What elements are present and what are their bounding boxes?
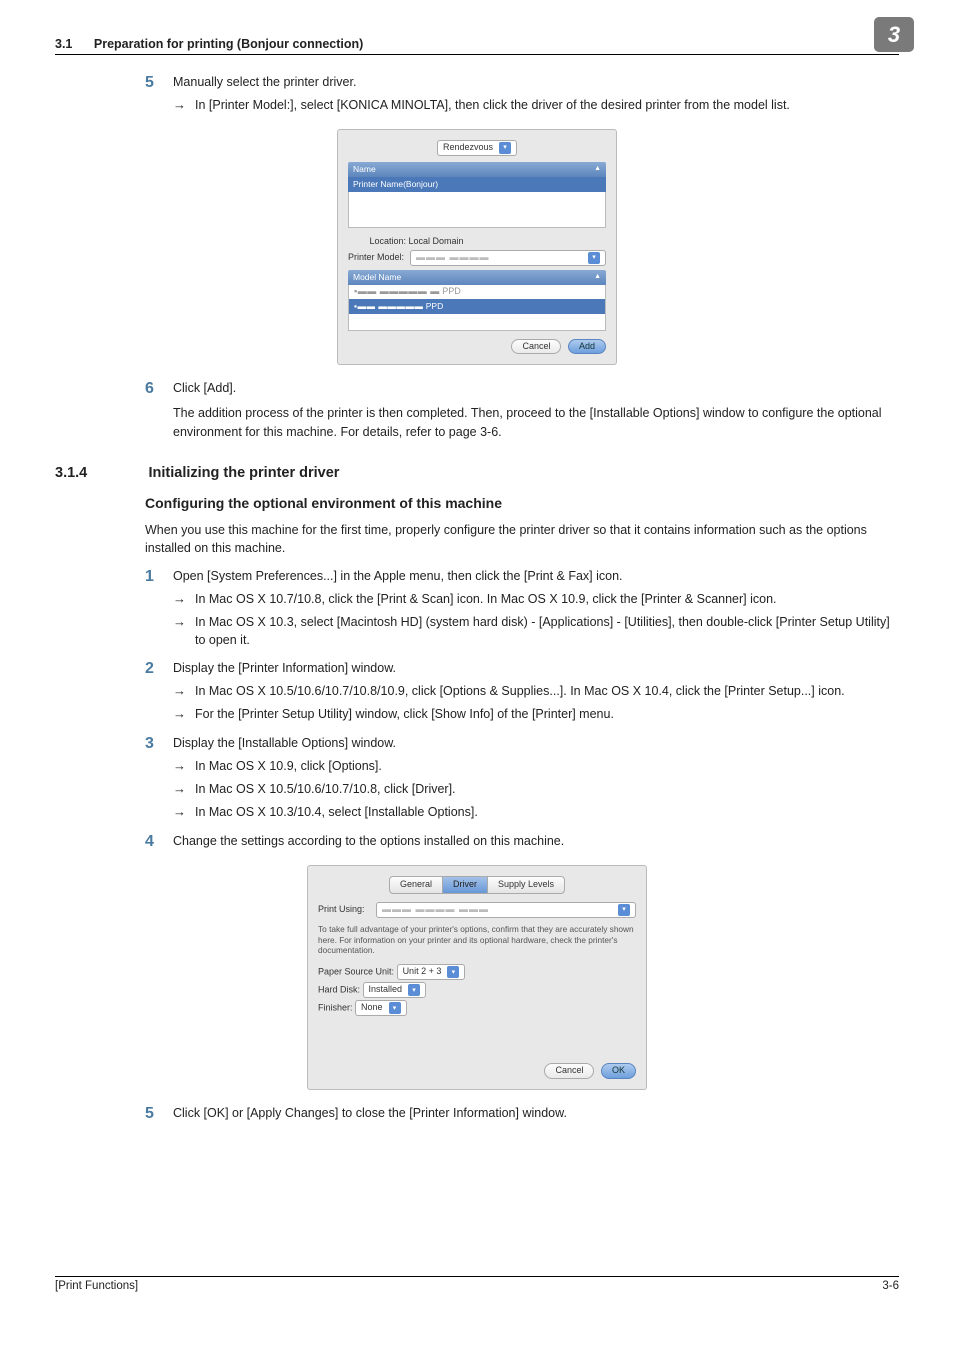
section-number: 3.1 bbox=[55, 37, 72, 51]
ok-button[interactable]: OK bbox=[601, 1063, 636, 1079]
tab-bar: General Driver Supply Levels bbox=[389, 876, 565, 894]
chevron-down-icon: ▾ bbox=[408, 984, 420, 996]
arrow-icon: → bbox=[173, 803, 195, 822]
step-number: 3 bbox=[145, 734, 173, 753]
arrow-icon: → bbox=[173, 613, 195, 649]
printer-name-row[interactable]: Printer Name(Bonjour) bbox=[348, 177, 606, 192]
step-number: 1 bbox=[145, 567, 173, 586]
figure-add-printer: Rendezvous ▾ Name ▲ Printer Name(Bonjour… bbox=[337, 129, 617, 365]
cancel-button[interactable]: Cancel bbox=[511, 339, 561, 355]
options-description: To take full advantage of your printer's… bbox=[318, 924, 636, 956]
model-name-header: Model Name ▲ bbox=[348, 270, 606, 285]
location-label: Location: bbox=[348, 236, 406, 248]
printer-model-label: Printer Model: bbox=[348, 252, 410, 264]
step-number: 2 bbox=[145, 659, 173, 678]
step-number: 4 bbox=[145, 832, 173, 851]
tab-general[interactable]: General bbox=[390, 877, 443, 893]
header-left: 3.1 Preparation for printing (Bonjour co… bbox=[55, 37, 363, 51]
print-using-select[interactable]: ▬▬▬ ▬▬▬▬ ▬▬▬ ▾ bbox=[376, 902, 636, 918]
step-subtext: For the [Printer Setup Utility] window, … bbox=[195, 705, 899, 724]
chevron-down-icon: ▾ bbox=[618, 904, 630, 916]
footer-right: 3-6 bbox=[882, 1280, 899, 1292]
step-text: Click [Add]. bbox=[173, 379, 899, 398]
section-heading-title: Initializing the printer driver bbox=[148, 465, 339, 481]
step-text: Manually select the printer driver. bbox=[173, 73, 899, 92]
section-heading: 3.1.4 Initializing the printer driver bbox=[55, 465, 899, 481]
hard-disk-value: Installed bbox=[369, 984, 403, 996]
chevron-down-icon: ▾ bbox=[447, 966, 459, 978]
finisher-select[interactable]: None ▾ bbox=[355, 1000, 407, 1016]
tab-supply-levels[interactable]: Supply Levels bbox=[488, 877, 564, 893]
chevron-down-icon: ▾ bbox=[588, 252, 600, 264]
step-text: Display the [Printer Information] window… bbox=[173, 659, 899, 678]
step-subtext: In Mac OS X 10.9, click [Options]. bbox=[195, 757, 899, 776]
arrow-icon: → bbox=[173, 780, 195, 799]
chevron-down-icon: ▾ bbox=[389, 1002, 401, 1014]
step-subtext: In [Printer Model:], select [KONICA MINO… bbox=[195, 96, 899, 115]
arrow-icon: → bbox=[173, 757, 195, 776]
model-row[interactable]: ▪▬▬ ▬▬▬▬▬ ▬ PPD bbox=[349, 285, 605, 299]
step-number: 5 bbox=[145, 73, 173, 92]
step-subtext: In Mac OS X 10.3/10.4, select [Installab… bbox=[195, 803, 899, 822]
step-subtext: In Mac OS X 10.5/10.6/10.7/10.8, click [… bbox=[195, 780, 899, 799]
model-row-selected[interactable]: ▪▬▬ ▬▬▬▬▬ PPD bbox=[349, 299, 605, 314]
step-para: The addition process of the printer is t… bbox=[173, 404, 899, 440]
finisher-label: Finisher: bbox=[318, 1002, 353, 1012]
page-header: 3.1 Preparation for printing (Bonjour co… bbox=[55, 35, 899, 55]
cancel-button[interactable]: Cancel bbox=[544, 1063, 594, 1079]
printer-model-select[interactable]: ▬▬▬ ▬▬▬▬ ▾ bbox=[410, 250, 606, 266]
finisher-value: None bbox=[361, 1002, 383, 1014]
paper-source-value: Unit 2 + 3 bbox=[403, 966, 442, 978]
subsection-heading: Configuring the optional environment of … bbox=[145, 495, 899, 511]
footer-left: [Print Functions] bbox=[55, 1280, 138, 1292]
section-heading-number: 3.1.4 bbox=[55, 465, 145, 481]
print-using-label: Print Using: bbox=[318, 904, 376, 916]
step-subtext: In Mac OS X 10.7/10.8, click the [Print … bbox=[195, 590, 899, 609]
rendezvous-select[interactable]: Rendezvous ▾ bbox=[437, 140, 517, 156]
step-subtext: In Mac OS X 10.3, select [Macintosh HD] … bbox=[195, 613, 899, 649]
chevron-down-icon: ▾ bbox=[499, 142, 511, 154]
chapter-tab: 3 bbox=[874, 17, 914, 52]
arrow-icon: → bbox=[173, 96, 195, 115]
step-text: Click [OK] or [Apply Changes] to close t… bbox=[173, 1104, 899, 1123]
step-text: Display the [Installable Options] window… bbox=[173, 734, 899, 753]
tab-driver[interactable]: Driver bbox=[443, 877, 488, 893]
arrow-icon: → bbox=[173, 590, 195, 609]
arrow-icon: → bbox=[173, 705, 195, 724]
section-paragraph: When you use this machine for the first … bbox=[145, 521, 899, 557]
name-column-header: Name ▲ bbox=[348, 162, 606, 177]
step-text: Change the settings according to the opt… bbox=[173, 832, 899, 851]
location-value: Local Domain bbox=[409, 236, 464, 246]
section-title: Preparation for printing (Bonjour connec… bbox=[94, 37, 363, 51]
print-using-value: ▬▬▬ ▬▬▬▬ ▬▬▬ bbox=[382, 904, 612, 916]
hard-disk-label: Hard Disk: bbox=[318, 984, 360, 994]
add-button[interactable]: Add bbox=[568, 339, 606, 355]
hard-disk-select[interactable]: Installed ▾ bbox=[363, 982, 427, 998]
arrow-icon: → bbox=[173, 682, 195, 701]
step-number: 6 bbox=[145, 379, 173, 398]
printer-list-empty bbox=[348, 192, 606, 228]
step-text: Open [System Preferences...] in the Appl… bbox=[173, 567, 899, 586]
step-number: 5 bbox=[145, 1104, 173, 1123]
paper-source-select[interactable]: Unit 2 + 3 ▾ bbox=[397, 964, 466, 980]
figure-driver-options: General Driver Supply Levels Print Using… bbox=[307, 865, 647, 1090]
paper-source-label: Paper Source Unit: bbox=[318, 966, 394, 976]
page-footer: [Print Functions] 3-6 bbox=[55, 1276, 899, 1292]
printer-model-value: ▬▬▬ ▬▬▬▬ bbox=[416, 252, 582, 264]
rendezvous-value: Rendezvous bbox=[443, 142, 493, 154]
step-subtext: In Mac OS X 10.5/10.6/10.7/10.8/10.9, cl… bbox=[195, 682, 899, 701]
